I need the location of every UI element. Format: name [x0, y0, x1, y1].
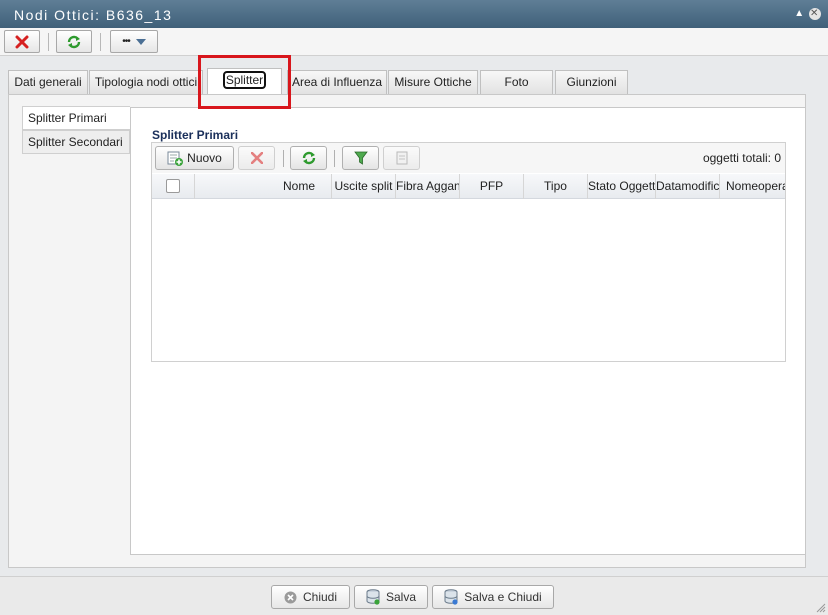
new-button-label: Nuovo — [187, 151, 222, 165]
column-datamodifica[interactable]: Datamodifica — [656, 174, 720, 199]
tab-giunzioni[interactable]: Giunzioni — [555, 70, 628, 94]
filter-icon — [353, 151, 368, 165]
tab-content-panel: Splitter Primari Splitter Secondari Spli… — [8, 94, 806, 568]
save-and-close-button-label: Salva e Chiudi — [464, 590, 542, 604]
select-all-checkbox[interactable] — [166, 179, 180, 193]
tab-area-di-influenza[interactable]: Area di Influenza — [287, 70, 387, 94]
save-button[interactable]: Salva — [354, 585, 428, 609]
more-icon: ••• — [122, 36, 130, 47]
tab-foto[interactable]: Foto — [480, 70, 553, 94]
splitter-primari-panel: Splitter Primari Nuovo oggetti totali: 0… — [130, 107, 806, 555]
add-icon — [167, 151, 184, 166]
delete-icon — [15, 35, 29, 48]
save-and-close-button[interactable]: Salva e Chiudi — [432, 585, 554, 609]
delete-button[interactable] — [4, 30, 40, 53]
column-tipo[interactable]: Tipo — [524, 174, 588, 199]
grid-delete-button[interactable] — [238, 146, 275, 170]
resize-grip-icon[interactable] — [816, 603, 826, 613]
tab-dati-generali[interactable]: Dati generali — [8, 70, 88, 94]
database-save-icon — [366, 589, 380, 605]
tab-splitter-label: Splitter — [222, 71, 267, 89]
window-titlebar: Nodi Ottici: B636_13 ▲ ✕ — [0, 0, 828, 28]
tab-splitter[interactable]: Splitter — [207, 68, 282, 94]
grid-toolbar-separator — [334, 150, 335, 167]
grid-toolbar: Nuovo oggetti totali: 0 — [152, 143, 785, 173]
select-all-column — [152, 174, 195, 199]
grid-toolbar-separator — [283, 150, 284, 167]
grid-refresh-button[interactable] — [290, 146, 327, 170]
section-title: Splitter Primari — [152, 128, 239, 142]
close-circle-icon — [284, 591, 297, 603]
column-pfp[interactable]: PFP — [460, 174, 524, 199]
refresh-icon — [67, 35, 81, 48]
close-window-icon[interactable]: ✕ — [809, 8, 821, 20]
tab-misure-ottiche[interactable]: Misure Ottiche — [388, 70, 478, 94]
window-title: Nodi Ottici: B636_13 — [14, 7, 173, 23]
subnav-splitter-secondari[interactable]: Splitter Secondari — [22, 130, 130, 154]
footer-bar: Chiudi Salva Salva e Chiudi — [0, 576, 828, 615]
export-button[interactable] — [383, 146, 420, 170]
main-toolbar: ••• — [0, 28, 828, 56]
delete-icon — [250, 152, 263, 164]
close-button-label: Chiudi — [302, 590, 338, 604]
tab-tipologia-nodi-ottici[interactable]: Tipologia nodi ottici — [89, 70, 203, 94]
chevron-down-icon — [135, 38, 146, 45]
column-uscite-split[interactable]: Uscite split — [332, 174, 396, 199]
filter-button[interactable] — [342, 146, 379, 170]
refresh-icon — [302, 151, 315, 165]
splitter-grid: Nuovo oggetti totali: 0 Nome Uscite spli… — [151, 142, 786, 362]
total-count: oggetti totali: 0 — [702, 151, 781, 165]
export-icon — [396, 151, 407, 165]
column-stato-oggetto[interactable]: Stato Oggetto — [588, 174, 656, 199]
column-nome[interactable]: Nome — [195, 174, 332, 199]
close-button[interactable]: Chiudi — [271, 585, 350, 609]
collapse-icon[interactable]: ▲ — [794, 8, 806, 20]
column-fibra-aggancio[interactable]: Fibra Aggancio — [396, 174, 460, 199]
column-nomeoperatore[interactable]: Nomeoperatore — [720, 174, 785, 199]
more-menu-button[interactable]: ••• — [110, 30, 158, 53]
grid-header: Nome Uscite split Fibra Aggancio PFP Tip… — [152, 174, 785, 199]
database-save-close-icon — [444, 589, 458, 605]
subnav-splitter-primari[interactable]: Splitter Primari — [22, 106, 130, 130]
refresh-button[interactable] — [56, 30, 92, 53]
toolbar-separator — [48, 33, 49, 51]
save-button-label: Salva — [385, 590, 417, 604]
toolbar-separator — [100, 33, 101, 51]
new-button[interactable]: Nuovo — [155, 146, 234, 170]
